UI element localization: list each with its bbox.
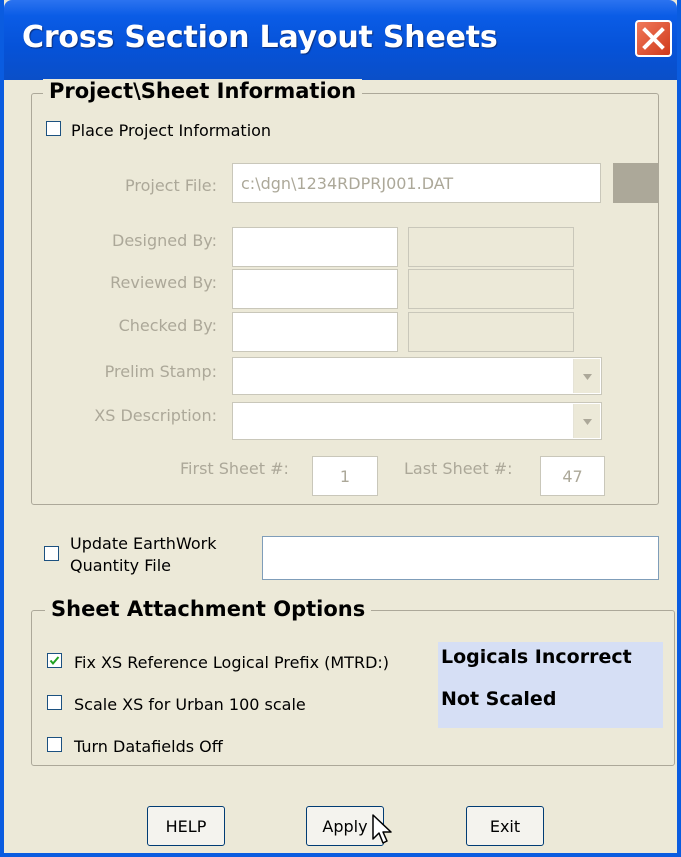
update-earthwork-checkbox[interactable] bbox=[44, 546, 59, 561]
project-file-input[interactable]: c:\dgn\1234RDPRJ001.DAT bbox=[232, 163, 601, 203]
dialog-window: Cross Section Layout Sheets Project\Shee… bbox=[0, 0, 681, 857]
turn-datafields-off-checkbox[interactable] bbox=[47, 737, 62, 752]
chevron-down-icon bbox=[583, 419, 592, 425]
window-title: Cross Section Layout Sheets bbox=[22, 20, 498, 55]
checked-by-input-2[interactable] bbox=[408, 312, 574, 352]
xs-description-dropdown-button[interactable] bbox=[573, 404, 600, 438]
last-sheet-label: Last Sheet #: bbox=[404, 459, 513, 478]
sheet-attachment-legend: Sheet Attachment Options bbox=[45, 597, 372, 621]
scale-status: Not Scaled bbox=[438, 686, 663, 728]
reviewed-by-input-2[interactable] bbox=[408, 269, 574, 309]
checked-by-label: Checked By: bbox=[118, 316, 217, 335]
xs-description-select[interactable] bbox=[232, 402, 602, 440]
designed-by-input-2[interactable] bbox=[408, 227, 574, 267]
place-project-info-label[interactable]: Place Project Information bbox=[71, 121, 271, 140]
last-sheet-input[interactable]: 47 bbox=[540, 456, 605, 496]
close-icon bbox=[642, 27, 665, 50]
earthwork-file-input[interactable] bbox=[262, 536, 659, 580]
title-bar[interactable]: Cross Section Layout Sheets bbox=[4, 0, 677, 80]
close-button[interactable] bbox=[635, 20, 672, 57]
reviewed-by-label: Reviewed By: bbox=[110, 273, 217, 292]
scale-urban-label[interactable]: Scale XS for Urban 100 scale bbox=[74, 695, 306, 714]
first-sheet-label: First Sheet #: bbox=[180, 459, 289, 478]
xs-description-label: XS Description: bbox=[94, 406, 217, 425]
fix-prefix-label[interactable]: Fix XS Reference Logical Prefix (MTRD:) bbox=[74, 653, 389, 672]
chevron-down-icon bbox=[583, 374, 592, 380]
update-earthwork-label-line1[interactable]: Update EarthWork bbox=[70, 534, 216, 553]
checked-by-input-1[interactable] bbox=[232, 312, 398, 352]
place-project-info-checkbox[interactable] bbox=[46, 121, 61, 136]
project-file-browse-button[interactable] bbox=[613, 163, 658, 203]
project-sheet-legend: Project\Sheet Information bbox=[43, 79, 363, 103]
update-earthwork-label-line2[interactable]: Quantity File bbox=[70, 556, 171, 575]
logicals-status: Logicals Incorrect bbox=[438, 642, 663, 686]
fix-prefix-checkbox[interactable] bbox=[47, 653, 62, 668]
prelim-stamp-dropdown-button[interactable] bbox=[573, 359, 600, 393]
designed-by-label: Designed By: bbox=[112, 231, 217, 250]
help-button[interactable]: HELP bbox=[147, 806, 225, 846]
project-file-label: Project File: bbox=[125, 176, 217, 195]
reviewed-by-input-1[interactable] bbox=[232, 269, 398, 309]
first-sheet-input[interactable]: 1 bbox=[312, 456, 378, 496]
prelim-stamp-select[interactable] bbox=[232, 357, 602, 395]
checkmark-icon bbox=[49, 656, 60, 666]
prelim-stamp-label: Prelim Stamp: bbox=[104, 362, 217, 381]
turn-datafields-off-label[interactable]: Turn Datafields Off bbox=[74, 737, 223, 756]
exit-button[interactable]: Exit bbox=[466, 806, 544, 846]
scale-urban-checkbox[interactable] bbox=[47, 695, 62, 710]
designed-by-input-1[interactable] bbox=[232, 227, 398, 267]
mouse-pointer-icon bbox=[372, 814, 392, 844]
